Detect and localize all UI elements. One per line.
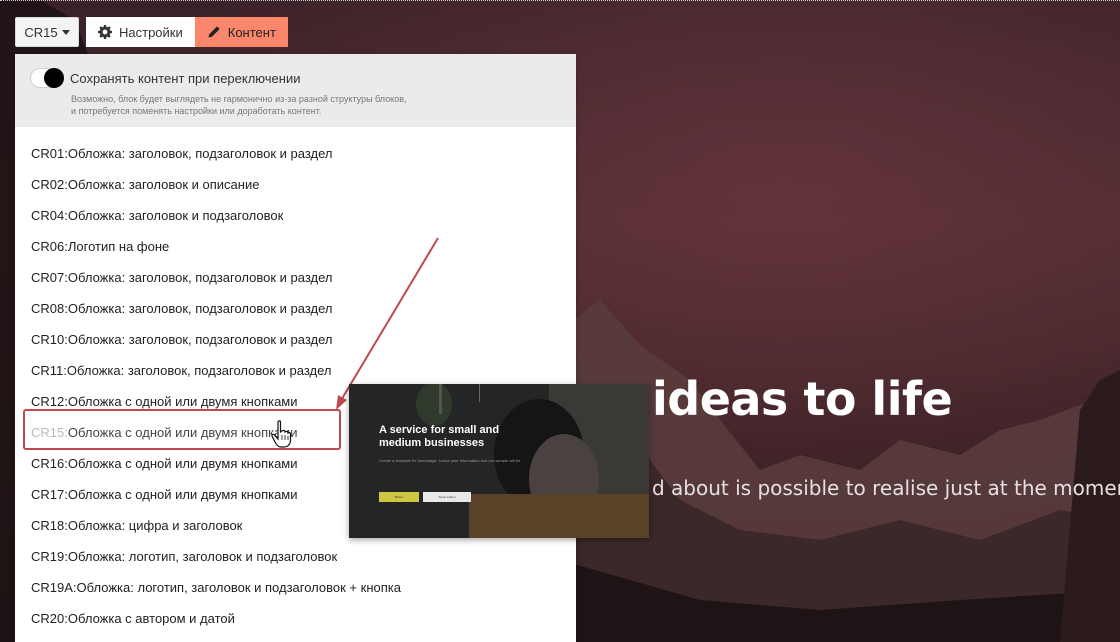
block-option-label: Обложка: заголовок, подзаголовок и разде… [67,332,333,347]
block-option-label: Обложка: заголовок, подзаголовок и разде… [67,146,333,161]
tab-settings-label: Настройки [119,24,183,40]
selected-item-highlight [23,409,341,450]
editor-tabs: Настройки Контент [86,17,288,47]
preview-text: Create a template for homepage. Leave yo… [379,458,521,463]
block-option-label: Обложка: заголовок и описание [67,177,260,192]
block-option-code: CR17 [31,487,65,502]
block-option-label: Обложка: логотип, заголовок и подзаголов… [67,549,338,564]
block-preview-card: A service for small and medium businesse… [349,384,649,538]
block-option-code: CR18 [31,518,65,533]
tab-settings[interactable]: Настройки [86,17,195,47]
block-option-label: Обложка с одной или двумя кнопками [67,456,298,471]
block-option-code: CR01 [31,146,65,161]
block-option-label: Обложка: цифра и заголовок [67,518,243,533]
block-option-code: CR06 [31,239,65,254]
block-option-code: CR02 [31,177,65,192]
block-option-cr01[interactable]: CR01: Обложка: заголовок, подзаголовок и… [15,138,576,169]
block-option-code: CR07 [31,270,65,285]
block-list: CR01: Обложка: заголовок, подзаголовок и… [15,127,576,634]
block-code-label: CR15 [24,24,58,40]
block-option-cr06[interactable]: CR06: Логотип на фоне [15,231,576,262]
block-option-label: Обложка с одной или двумя кнопками [67,487,298,502]
block-option-code: CR08 [31,301,65,316]
gear-icon [98,25,112,39]
block-select-button[interactable]: CR15 [15,17,79,47]
keep-content-section: Сохранять контент при переключении Возмо… [15,54,576,127]
block-type-dropdown: Сохранять контент при переключении Возмо… [15,54,576,642]
block-option-cr08[interactable]: CR08: Обложка: заголовок, подзаголовок и… [15,293,576,324]
tab-content-label: Контент [227,24,276,40]
block-option-code: CR16 [31,456,65,471]
block-option-label: Обложка: заголовок, подзаголовок и разде… [67,270,333,285]
block-option-cr04[interactable]: CR04: Обложка: заголовок и подзаголовок [15,200,576,231]
block-option-code: CR04 [31,208,65,223]
block-option-label: Обложка: заголовок, подзаголовок и разде… [67,301,333,316]
keep-content-toggle[interactable] [30,68,64,88]
keep-content-label: Сохранять контент при переключении [70,71,301,86]
block-option-code: CR10 [31,332,65,347]
block-option-label: Обложка с автором и датой [67,611,235,626]
block-option-code: CR11 [31,363,64,378]
pencil-icon [208,26,220,38]
block-option-cr10[interactable]: CR10: Обложка: заголовок, подзаголовок и… [15,324,576,355]
keep-content-note: Возможно, блок будет выглядеть не гармон… [71,94,407,116]
block-option-cr20[interactable]: CR20: Обложка с автором и датой [15,603,576,634]
block-option-cr19[interactable]: CR19: Обложка: логотип, заголовок и подз… [15,541,576,572]
preview-primary-button: Button [379,492,419,502]
preview-title: A service for small and medium businesse… [379,424,500,449]
toggle-knob [44,68,64,88]
caret-down-icon [61,29,70,35]
hero-title: ideas to life [652,372,953,426]
tab-content[interactable]: Контент [194,17,288,47]
block-option-label: Логотип на фоне [67,239,170,254]
block-option-cr11[interactable]: CR11: Обложка: заголовок, подзаголовок и… [15,355,576,386]
block-option-label: Обложка: заголовок, подзаголовок и разде… [66,363,332,378]
block-option-cr02[interactable]: CR02: Обложка: заголовок и описание [15,169,576,200]
hero-subtitle: d about is possible to realise just at t… [652,476,1120,500]
preview-secondary-button: Some button [423,492,471,502]
block-option-cr07[interactable]: CR07: Обложка: заголовок, подзаголовок и… [15,262,576,293]
block-option-label: Обложка с одной или двумя кнопками [67,394,298,409]
block-option-label: Обложка: логотип, заголовок и подзаголов… [76,580,401,595]
hand-cursor-icon [271,420,292,448]
block-option-code: CR19 [31,549,65,564]
block-option-code: CR20 [31,611,65,626]
block-option-code: CR12 [31,394,65,409]
top-divider [0,0,1120,2]
block-option-code: CR19A [31,580,73,595]
block-option-cr19a[interactable]: CR19A: Обложка: логотип, заголовок и под… [15,572,576,603]
block-option-label: Обложка: заголовок и подзаголовок [67,208,284,223]
